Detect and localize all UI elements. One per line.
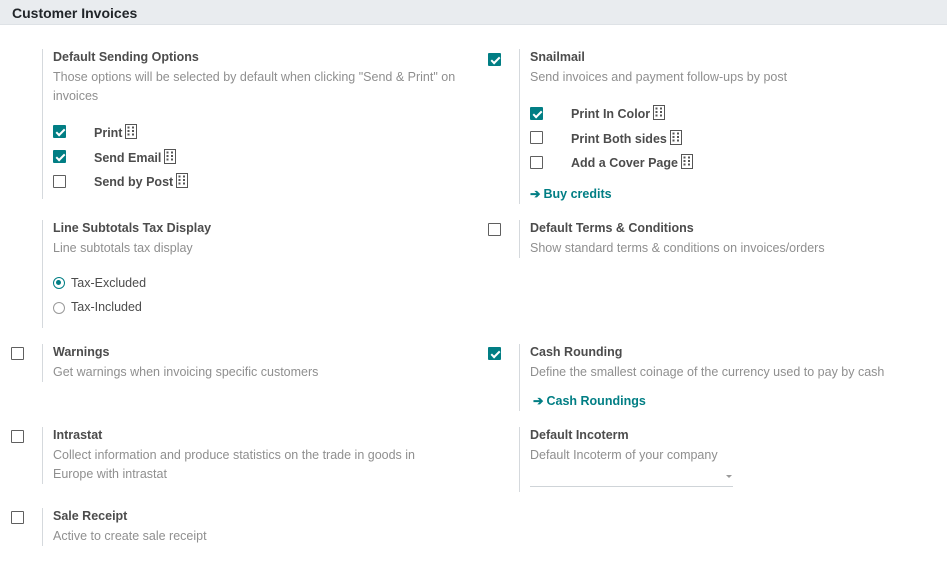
tax-included-label: Tax-Included (71, 300, 142, 314)
setting-description: Line subtotals tax display (53, 241, 193, 255)
setting-description: Active to create sale receipt (53, 529, 207, 543)
setting-title: Default Sending Options (53, 50, 199, 64)
cash-rounding-checkbox[interactable] (488, 347, 501, 360)
cash-roundings-link[interactable]: ➔ Cash Roundings (533, 393, 646, 408)
setting-title: Sale Receipt (53, 509, 128, 523)
incoterm-select[interactable] (530, 466, 733, 487)
setting-description: Define the smallest coinage of the curre… (530, 365, 885, 379)
setting-description: Those options will be selected by defaul… (53, 70, 456, 103)
sale-receipt-checkbox[interactable] (11, 511, 24, 524)
print-option: Print (94, 124, 138, 142)
section-title: Customer Invoices (12, 5, 138, 21)
option-label: Send Email (94, 151, 162, 165)
setting-divider (42, 49, 43, 199)
send-by-post-checkbox[interactable] (53, 175, 66, 188)
intrastat-checkbox[interactable] (11, 430, 24, 443)
setting-title: Default Incoterm (530, 428, 629, 442)
setting-title: Cash Rounding (530, 345, 623, 359)
setting-divider (519, 344, 520, 411)
send-email-option: Send Email (94, 149, 177, 167)
setting-description: Collect information and produce statisti… (53, 446, 473, 484)
default-terms-checkbox[interactable] (488, 223, 501, 236)
setting-title: Intrastat (53, 428, 103, 442)
buy-credits-link[interactable]: ➔ Buy credits (530, 186, 612, 201)
send-by-post-option: Send by Post (94, 173, 189, 191)
building-icon (164, 149, 177, 167)
arrow-right-icon: ➔ (530, 187, 541, 201)
building-icon (653, 105, 666, 123)
setting-divider (42, 344, 43, 382)
print-both-sides-checkbox[interactable] (530, 131, 543, 144)
tax-excluded-label: Tax-Excluded (71, 276, 147, 290)
chevron-down-icon (726, 475, 732, 478)
description-line: Europe with intrastat (53, 467, 167, 481)
warnings-checkbox[interactable] (11, 347, 24, 360)
setting-title: Warnings (53, 345, 110, 359)
setting-divider (42, 220, 43, 328)
setting-divider (519, 49, 520, 204)
description-line: Collect information and produce statisti… (53, 448, 416, 462)
link-label: Cash Roundings (546, 394, 646, 408)
building-icon (125, 124, 138, 142)
add-cover-page-option: Add a Cover Page (571, 154, 693, 172)
print-in-color-option: Print In Color (571, 105, 666, 123)
select-underline (530, 486, 733, 487)
option-label: Print In Color (571, 107, 651, 121)
building-icon (176, 173, 189, 191)
setting-description: Get warnings when invoicing specific cus… (53, 365, 319, 379)
add-cover-page-checkbox[interactable] (530, 156, 543, 169)
print-in-color-checkbox[interactable] (530, 107, 543, 120)
setting-divider (519, 427, 520, 492)
option-label: Add a Cover Page (571, 156, 678, 170)
arrow-right-icon: ➔ (533, 394, 544, 408)
option-label: Print (94, 126, 123, 140)
setting-divider (42, 427, 43, 484)
link-label: Buy credits (543, 187, 612, 201)
setting-title: Default Terms & Conditions (530, 221, 694, 235)
snailmail-checkbox[interactable] (488, 53, 501, 66)
setting-title: Line Subtotals Tax Display (53, 221, 212, 235)
setting-divider (42, 508, 43, 546)
setting-title: Snailmail (530, 50, 585, 64)
building-icon (680, 154, 693, 172)
print-checkbox[interactable] (53, 125, 66, 138)
setting-description: Show standard terms & conditions on invo… (530, 241, 825, 255)
tax-included-radio[interactable] (53, 302, 65, 314)
building-icon (669, 130, 682, 148)
option-label: Send by Post (94, 175, 174, 189)
setting-description: Send invoices and payment follow-ups by … (530, 70, 788, 84)
print-both-sides-option: Print Both sides (571, 130, 682, 148)
section-header: Customer Invoices (0, 0, 947, 25)
option-label: Print Both sides (571, 132, 667, 146)
tax-excluded-radio[interactable] (53, 277, 65, 289)
send-email-checkbox[interactable] (53, 150, 66, 163)
setting-divider (519, 220, 520, 258)
setting-description: Default Incoterm of your company (530, 448, 718, 462)
